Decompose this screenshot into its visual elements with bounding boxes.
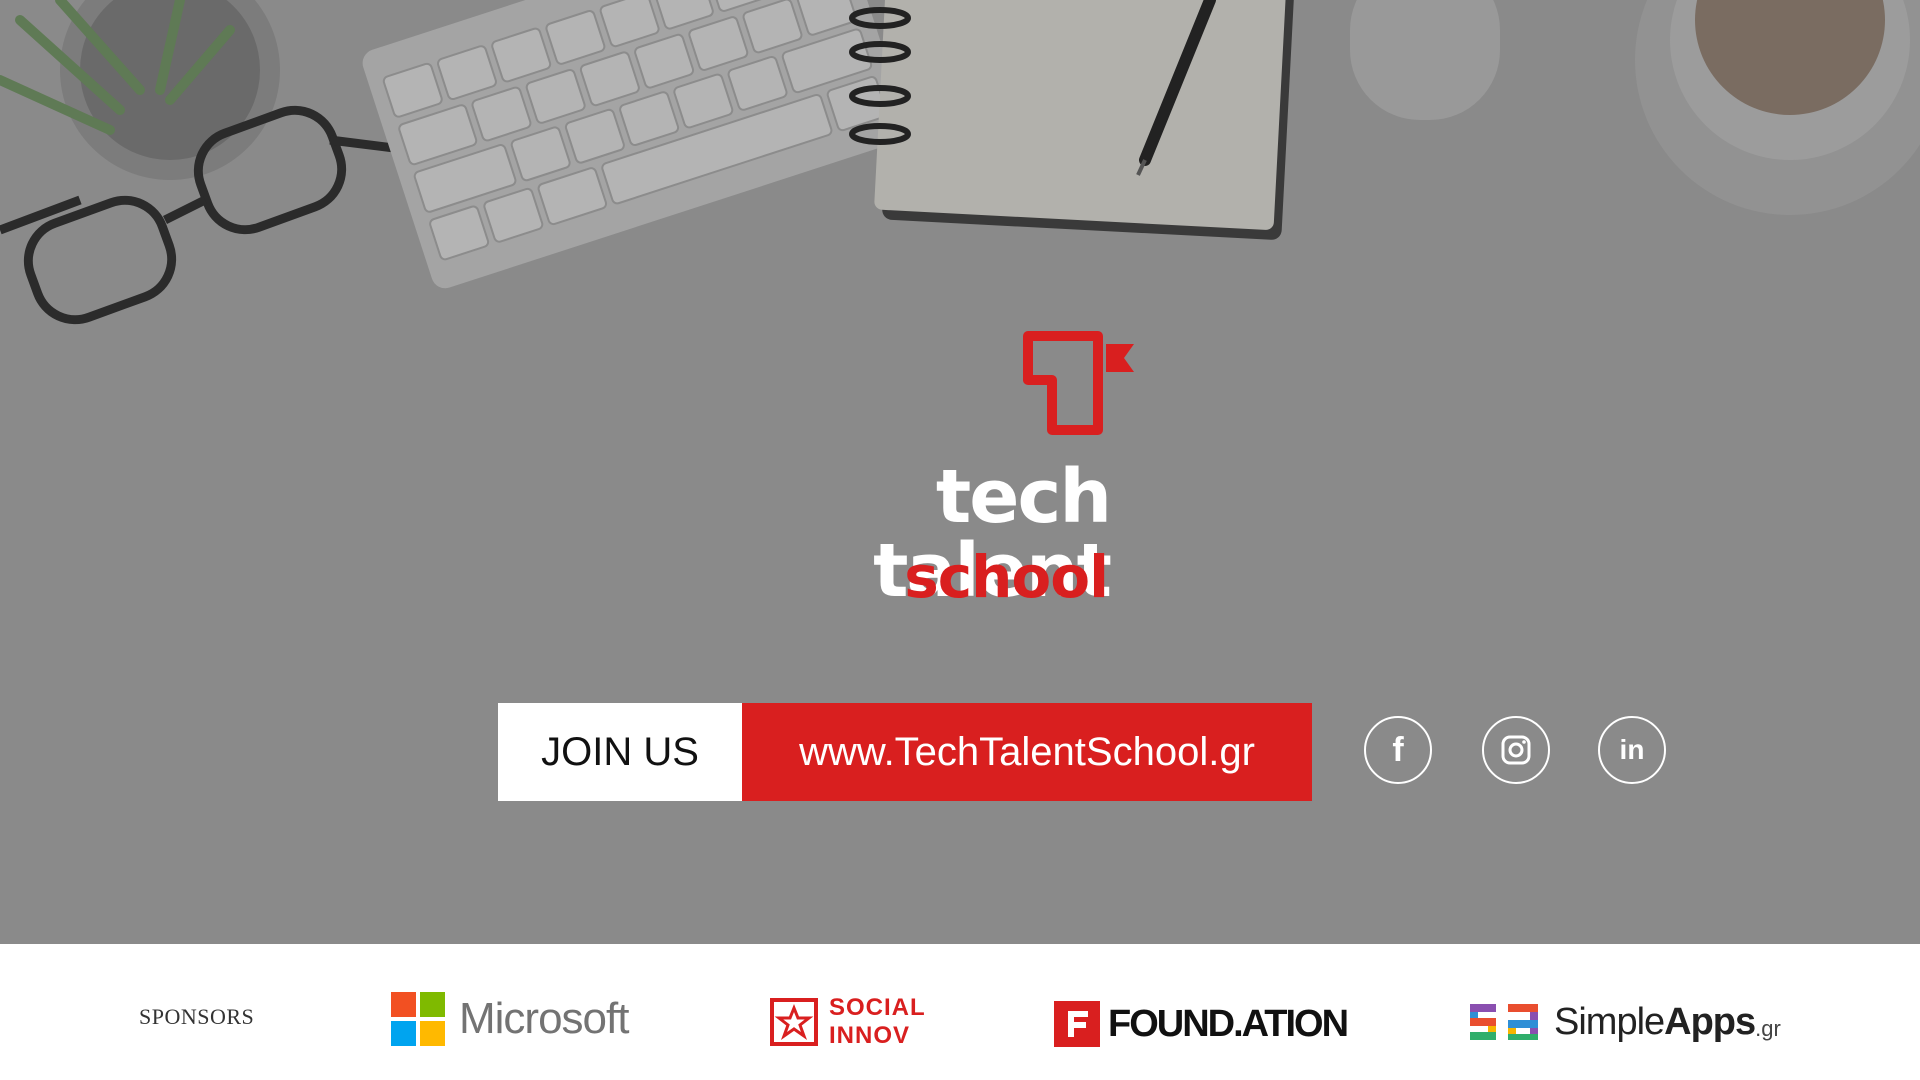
foundation-logo-icon (1054, 1001, 1100, 1047)
sponsors-label: SPONSORS (139, 1004, 255, 1029)
facebook-button[interactable]: f (1364, 716, 1432, 784)
hero-background: tech talent school JOIN US www.TechTalen… (0, 0, 1920, 944)
simpleapps-suffix: .gr (1755, 1016, 1781, 1041)
facebook-icon: f (1392, 730, 1404, 769)
social-innov-line2: INNOV (829, 1022, 911, 1049)
sponsor-simpleapps[interactable]: SimpleApps .gr (1468, 1000, 1781, 1044)
flag-mark-icon (1023, 331, 1134, 435)
sponsor-microsoft[interactable]: Microsoft (391, 992, 629, 1046)
join-us-button[interactable]: JOIN US (498, 703, 742, 801)
keyboard-decoration (362, 0, 909, 289)
social-innov-line1: SOCIAL (829, 994, 926, 1021)
microsoft-name: Microsoft (459, 994, 629, 1043)
sponsor-social-innov[interactable]: SOCIAL INNOV (769, 994, 926, 1050)
social-innov-logo-icon (770, 998, 818, 1046)
sponsor-foundation[interactable]: FOUND.ATION (1054, 1001, 1349, 1047)
notebook-decoration (849, 0, 1294, 240)
mouse-decoration (1350, 0, 1500, 120)
instagram-button[interactable] (1482, 716, 1550, 784)
simpleapps-name-light: Simple (1554, 1000, 1665, 1043)
website-link[interactable]: www.TechTalentSchool.gr (742, 703, 1312, 801)
plant-decoration (0, 0, 280, 180)
simpleapps-name-bold: Apps (1664, 1000, 1756, 1043)
instagram-icon (1501, 735, 1531, 765)
coffee-cup-decoration (1635, 0, 1920, 215)
join-cta[interactable]: JOIN US www.TechTalentSchool.gr (498, 703, 1312, 801)
foundation-name: FOUND.ATION (1108, 1002, 1349, 1045)
tech-talent-school-logo: tech talent school (730, 330, 1134, 620)
simpleapps-logo-icon (1470, 1004, 1538, 1040)
simpleapps-name: SimpleApps (1554, 1000, 1756, 1044)
desk-photo-illustration (0, 0, 1920, 325)
logo-subtitle: school (904, 543, 1109, 611)
microsoft-logo-icon (391, 992, 445, 1046)
linkedin-icon: in (1619, 734, 1645, 765)
linkedin-button[interactable]: in (1598, 716, 1666, 784)
